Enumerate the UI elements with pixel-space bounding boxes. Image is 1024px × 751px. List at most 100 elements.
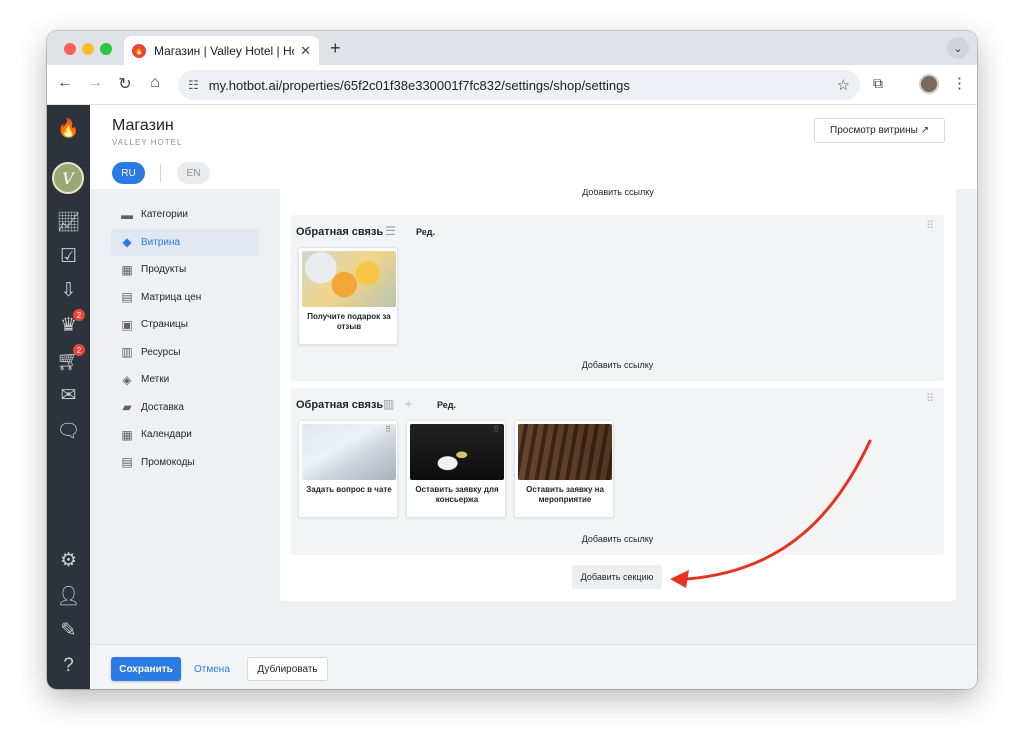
submenu-item-label: Ресурсы (141, 346, 181, 358)
submenu-item-label: Доставка (141, 401, 184, 413)
card-label: Оставить заявку для консьержа (415, 485, 499, 504)
property-avatar[interactable]: V (52, 162, 84, 194)
cart-badge: 2 (73, 344, 85, 356)
orders-badge: 2 (73, 309, 85, 321)
card-label: Задать вопрос в чате (306, 485, 392, 494)
submenu-item-promocodes[interactable]: ▤ Промокоды (111, 449, 259, 477)
inbox-download-icon[interactable]: ⇩ (55, 277, 82, 304)
link-card[interactable]: Оставить заявку на мероприятие (514, 420, 614, 518)
link-card[interactable]: ⠿ Задать вопрос в чате (298, 420, 398, 518)
showcase-section: Обратная связь ☰ Ред. ⠿ Получите подарок… (291, 215, 944, 381)
submenu-item-label: Метки (141, 374, 170, 386)
window-close-button[interactable] (64, 43, 76, 55)
submenu-item-showcase[interactable]: ◆ Витрина (111, 228, 259, 256)
page-title: Магазин (112, 117, 174, 134)
showcase-section: Обратная связь ▥ ÷ Ред. ⠿ ⠿ Задать вопро… (291, 388, 944, 555)
showcase-panel: Добавить ссылку Обратная связь ☰ Ред. ⠿ … (280, 189, 956, 601)
layout-divider-icon[interactable]: ÷ (405, 397, 412, 411)
drag-handle-icon[interactable]: ⠿ (926, 392, 934, 405)
link-card[interactable]: Получите подарок за отзыв (298, 247, 398, 345)
action-footer: Сохранить Отмена Дублировать (90, 644, 977, 689)
language-divider (160, 164, 161, 182)
orders-icon[interactable]: ♛ 2 (55, 309, 85, 339)
language-tab-en[interactable]: EN (177, 162, 210, 184)
language-tab-ru[interactable]: RU (112, 162, 145, 184)
analytics-icon[interactable]: 📈︎ (55, 208, 82, 235)
section-edit-button[interactable]: Ред. (437, 400, 456, 410)
tag-icon: ◈ (122, 372, 132, 387)
page-header: Магазин VALLEY HOTEL Просмотр витрины ↗ … (90, 105, 977, 189)
tasks-check-icon[interactable]: ☑ (55, 243, 82, 270)
home-icon[interactable]: ⌂ (144, 74, 166, 92)
hotbot-logo-icon[interactable]: 🔥 (55, 115, 82, 142)
window-zoom-button[interactable] (100, 43, 112, 55)
showcase-icon: ◆ (122, 235, 132, 250)
layout-carousel-icon[interactable]: ▥ (383, 397, 394, 411)
profile-avatar[interactable] (919, 74, 939, 94)
submenu-item-label: Категории (141, 209, 188, 221)
avatar-letter: V (62, 168, 74, 188)
store-icon: ▬ (121, 207, 133, 222)
back-icon[interactable]: ← (54, 74, 76, 92)
reload-icon[interactable]: ↻ (114, 74, 136, 94)
submenu-item-products[interactable]: ▦ Продукты (111, 256, 259, 284)
truck-icon: ▰ (122, 400, 132, 415)
submenu-item-label: Календари (141, 429, 192, 441)
browser-tab[interactable]: 🔥 Магазин | Valley Hotel | Hotbot ✕ (124, 36, 319, 65)
app: 🔥 V 📈︎ ☑ ⇩ ♛ 2 🛒︎ 2 ✉ 🗨︎ ⚙ 👤︎ ✎ ? Магази… (47, 105, 977, 689)
chat-icon[interactable]: 🗨︎ (55, 417, 82, 444)
calculator-icon: ▤ (121, 290, 133, 305)
hotbot-favicon-icon: 🔥 (132, 43, 146, 58)
window-minimize-button[interactable] (82, 43, 94, 55)
layout-rows-icon[interactable]: ☰ (385, 224, 396, 238)
add-link-button[interactable]: Добавить ссылку (291, 534, 944, 544)
submenu-item-delivery[interactable]: ▰ Доставка (111, 394, 259, 422)
link-card[interactable]: ⠿ Оставить заявку для консьержа (406, 420, 506, 518)
browser-menu-icon[interactable]: ⋮ (952, 74, 967, 92)
add-link-button[interactable]: Добавить ссылку (291, 360, 944, 370)
cancel-button[interactable]: Отмена (194, 657, 230, 681)
bookmark-star-icon[interactable]: ☆ (837, 76, 850, 94)
card-drag-handle-icon[interactable]: ⠿ (385, 425, 391, 434)
left-rail: 🔥 V 📈︎ ☑ ⇩ ♛ 2 🛒︎ 2 ✉ 🗨︎ ⚙ 👤︎ ✎ ? (47, 105, 90, 689)
submenu-item-tags[interactable]: ◈ Метки (111, 366, 259, 394)
content-area: ▬ Категории ◆ Витрина ▦ Продукты ▤ Матри… (90, 189, 977, 644)
submenu-item-label: Промокоды (141, 456, 195, 468)
card-image (518, 424, 612, 480)
card-drag-handle-icon[interactable]: ⠿ (493, 425, 499, 434)
calendar-icon: ▦ (121, 427, 133, 442)
settings-gear-icon[interactable]: ⚙ (55, 547, 82, 574)
promo-icon: ▤ (121, 455, 133, 470)
mail-icon[interactable]: ✉ (55, 382, 82, 409)
shop-cart-icon[interactable]: 🛒︎ 2 (55, 344, 85, 374)
site-settings-icon[interactable]: ☷ (188, 78, 199, 92)
help-icon[interactable]: ? (55, 652, 82, 679)
submenu-item-price-matrix[interactable]: ▤ Матрица цен (111, 284, 259, 312)
duplicate-button[interactable]: Дублировать (247, 657, 328, 681)
save-button[interactable]: Сохранить (111, 657, 181, 681)
submenu-item-pages[interactable]: ▣ Страницы (111, 311, 259, 339)
edit-pencil-icon[interactable]: ✎ (55, 617, 82, 644)
address-bar[interactable]: ☷ my.hotbot.ai/properties/65f2c01f38e330… (178, 70, 860, 100)
url-text[interactable]: my.hotbot.ai/properties/65f2c01f38e33000… (209, 78, 837, 93)
add-section-button[interactable]: Добавить секцию (572, 565, 662, 589)
forward-icon[interactable]: → (84, 74, 106, 92)
view-storefront-button[interactable]: Просмотр витрины ↗ (814, 118, 945, 143)
drag-handle-icon[interactable]: ⠿ (926, 219, 934, 232)
new-tab-icon[interactable]: + (330, 38, 341, 59)
submenu-item-categories[interactable]: ▬ Категории (111, 201, 259, 229)
add-link-button[interactable]: Добавить ссылку (280, 189, 956, 197)
submenu-item-label: Страницы (141, 319, 188, 331)
submenu-item-label: Продукты (141, 264, 187, 276)
submenu-item-resources[interactable]: ▥ Ресурсы (111, 339, 259, 367)
submenu-item-calendars[interactable]: ▦ Календари (111, 421, 259, 449)
grid-icon: ▦ (121, 262, 133, 277)
section-edit-button[interactable]: Ред. (416, 227, 435, 237)
tab-search-chevron-icon[interactable]: ⌄ (947, 37, 969, 59)
account-user-icon[interactable]: 👤︎ (55, 582, 82, 609)
card-image (410, 424, 504, 480)
card-image (302, 424, 396, 480)
resources-icon: ▥ (121, 345, 133, 360)
close-tab-icon[interactable]: ✕ (300, 43, 311, 59)
extensions-puzzle-icon[interactable]: ⧉ (873, 75, 883, 92)
